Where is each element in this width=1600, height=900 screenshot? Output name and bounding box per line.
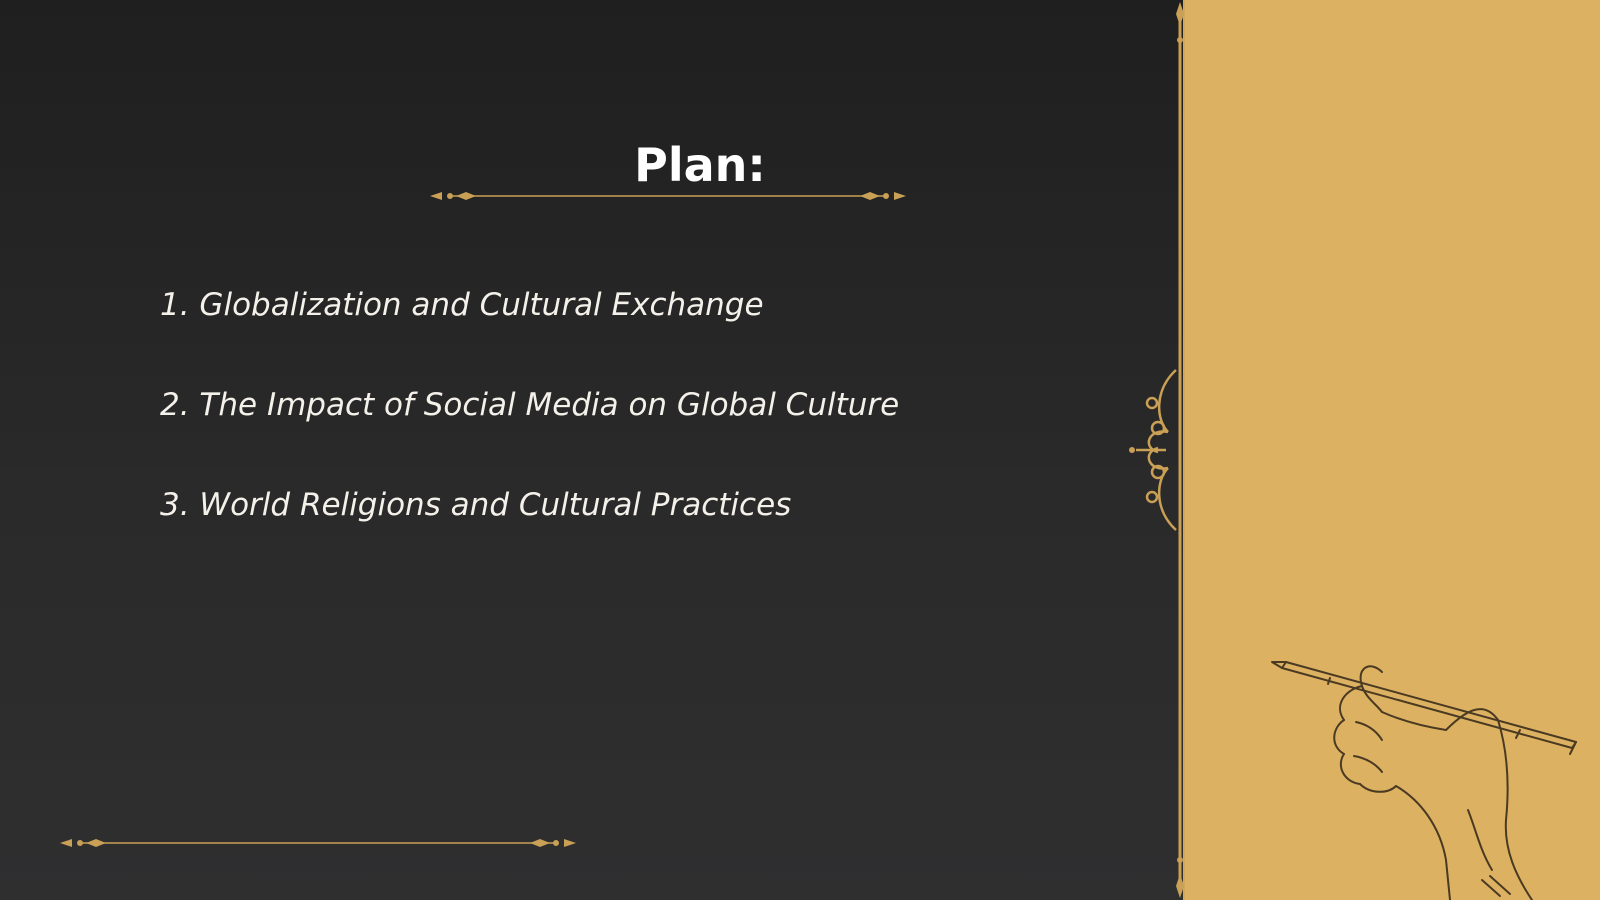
scroll-flourish-icon [1136,369,1177,531]
plan-item-1: 1. Globalization and Cultural Exchange [160,287,764,323]
title-divider-icon [430,192,906,200]
hand-pencil-sketch-icon [1271,661,1577,900]
bottom-divider-icon [60,839,576,847]
plan-list: 1. Globalization and Cultural Exchange 2… [160,280,899,580]
plan-item-3: 3. World Religions and Cultural Practice… [160,487,792,523]
ornamental-border-icon [1129,0,1185,900]
slide-canvas: Plan: 1. Globalization and Cultural Exch… [0,0,1600,900]
plan-item-2: 2. The Impact of Social Media on Global … [160,387,900,423]
